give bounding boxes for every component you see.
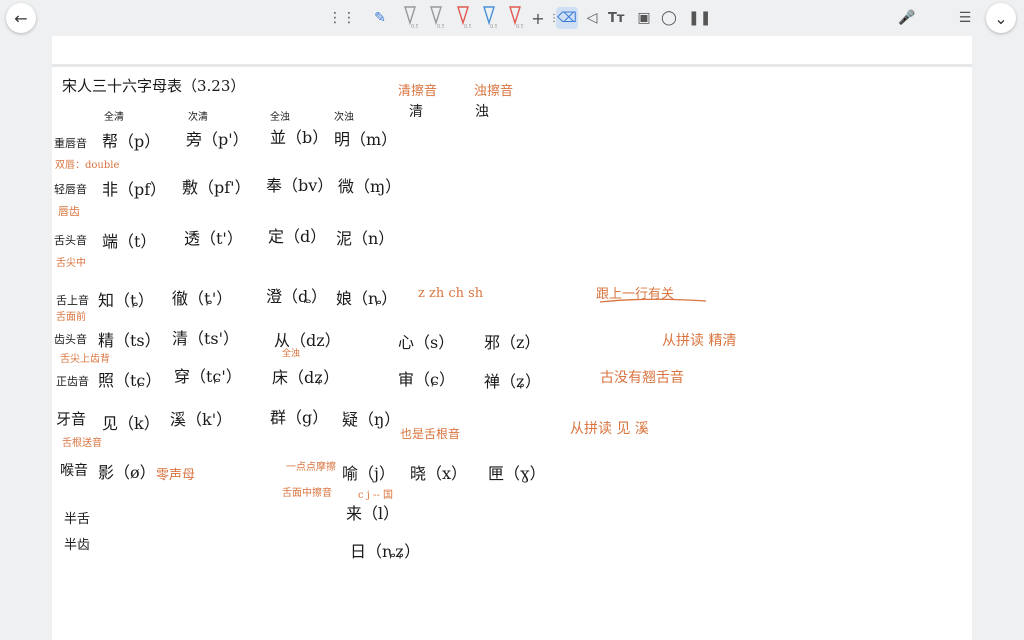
row-category: 重唇音 <box>54 137 87 150</box>
table-cell: 溪（k'） <box>170 410 233 429</box>
note-title: 宋人三十六字母表（3.23） <box>62 77 246 95</box>
pen-tool-1[interactable]: 0.5 <box>402 5 418 29</box>
row-category: 轻唇音 <box>54 183 87 196</box>
header-zhuo-cayin: 浊擦音 <box>474 84 514 99</box>
table-cell: 疑（ŋ） <box>342 410 401 429</box>
row-category: 舌头音 <box>54 234 87 247</box>
page-divider <box>52 64 972 67</box>
row-category: 半舌 <box>64 512 91 527</box>
image-tool[interactable]: ▣ <box>636 7 652 29</box>
table-cell: 审（ɕ） <box>398 370 455 389</box>
table-cell: 精（ts） <box>98 331 161 350</box>
table-cell: 床（dʑ） <box>272 368 340 387</box>
annotation-shemian-cayin: 舌面中擦音 <box>282 488 332 499</box>
pen-tool-3[interactable]: 0.5 <box>455 5 471 29</box>
annotation-lingshengmu: 零声母 <box>156 468 196 483</box>
svg-text:0.5: 0.5 <box>516 24 523 29</box>
annotation-gu-meiyou: 古没有翘舌音 <box>600 370 684 386</box>
table-cell: 喻（j） <box>342 464 395 483</box>
drag-handle-icon[interactable]: ⋮⋮ <box>328 7 356 29</box>
table-cell: 穿（tɕ'） <box>174 367 242 386</box>
table-cell: 泥（n） <box>336 229 395 248</box>
annotation-pinyin-jingqing: 从拼读 精清 <box>662 333 737 349</box>
chevron-down-icon: ⌄ <box>994 8 1008 28</box>
table-cell: 帮（p） <box>102 132 161 151</box>
row-category: 喉音 <box>60 463 88 479</box>
table-cell: 匣（ɣ） <box>488 464 546 483</box>
row-category: 半齿 <box>64 538 91 553</box>
annotation-zh-line: z zh ch sh <box>418 286 484 301</box>
table-cell: 微（ɱ） <box>338 177 402 196</box>
annotation-chunzhuo: 全浊 <box>282 349 301 359</box>
comment-tool[interactable]: ◯ <box>661 7 677 29</box>
table-cell: 心（s） <box>398 333 455 352</box>
header-quanqing: 全清 <box>104 112 124 123</box>
pen-tool-2[interactable]: 0.5 <box>428 5 444 29</box>
table-cell: 知（ȶ） <box>98 291 154 310</box>
table-cell: 澄（ȡ） <box>266 287 328 306</box>
svg-text:0.5: 0.5 <box>437 24 444 29</box>
header-qing: 清 <box>409 104 423 120</box>
table-cell: 徹（ȶ'） <box>172 289 233 308</box>
header-zhuo: 浊 <box>475 104 489 120</box>
annotation-shemianqian: 舌面前 <box>56 312 86 323</box>
table-cell: 非（pf） <box>102 180 167 199</box>
collapse-button[interactable]: ⌄ <box>986 3 1016 33</box>
svg-text:0.5: 0.5 <box>490 24 497 29</box>
table-cell: 端（t） <box>102 232 157 251</box>
microphone-icon[interactable]: 🎤 <box>898 7 915 29</box>
annotation-pinyin-jianxi: 从拼读 见 溪 <box>570 421 649 437</box>
annotation-chunchi: 唇齿 <box>58 205 80 218</box>
annotation-shuangchun: 双唇：double <box>55 160 120 171</box>
table-cell: 禅（ʑ） <box>484 372 541 391</box>
table-cell: 来（l） <box>346 504 400 523</box>
header-quanzhuo: 全浊 <box>270 112 290 123</box>
table-cell: 群（g） <box>270 408 329 427</box>
table-cell: 定（d） <box>268 227 327 246</box>
annotation-ye-shi: 也是舌根音 <box>400 427 461 441</box>
add-pen-button[interactable]: + <box>530 7 546 29</box>
table-cell: 透（t'） <box>184 229 243 248</box>
annotation-shejian-shangchi: 舌尖上齿背 <box>60 354 110 365</box>
row-category: 舌上音 <box>56 294 89 307</box>
header-cizhuo: 次浊 <box>334 112 354 123</box>
text-tool[interactable]: Tт <box>608 7 624 29</box>
table-cell: 邪（z） <box>484 333 541 352</box>
annotation-shejianzhong: 舌尖中 <box>56 258 86 269</box>
row-category: 正齿音 <box>56 375 89 388</box>
back-button[interactable]: ← <box>6 3 36 33</box>
table-cell: 清（ts'） <box>172 329 240 348</box>
table-cell: 见（k） <box>102 414 160 433</box>
table-cell: 日（ȵʑ） <box>350 542 421 561</box>
pause-icon[interactable]: ❚❚ <box>688 7 711 29</box>
lasso-tool[interactable]: ◁ <box>584 7 600 29</box>
top-toolbar: ← ⋮⋮ ✎ 0.5 0.5 0.5 0.5 0.5 + ⋮ ⌫ ◁ Tт ▣ … <box>0 0 1024 36</box>
table-cell: 奉（bv） <box>266 176 334 195</box>
table-cell: 娘（ȵ） <box>336 289 398 308</box>
arrow-left-icon: ← <box>14 8 28 28</box>
row-category: 牙音 <box>56 410 87 428</box>
table-cell: 明（m） <box>334 130 398 149</box>
table-cell: 影（ø） <box>98 463 156 482</box>
annotation-yidian: 一点点摩擦 <box>286 462 336 473</box>
annotation-shegen: 舌根送音 <box>62 438 102 449</box>
underline-stroke <box>599 298 707 303</box>
annotation-j-note: c j -- 国 <box>358 490 393 501</box>
sidebar-menu-icon[interactable]: ☰ <box>957 7 973 29</box>
pen-tool-4[interactable]: 0.5 <box>481 5 497 29</box>
table-cell: 並（b） <box>270 128 329 147</box>
pencil-tool[interactable]: ✎ <box>372 7 388 29</box>
pen-tool-5[interactable]: 0.5 <box>507 5 523 29</box>
eraser-tool[interactable]: ⌫ <box>556 7 578 29</box>
svg-text:0.5: 0.5 <box>464 24 471 29</box>
table-cell: 晓（x） <box>410 464 468 483</box>
row-category: 齿头音 <box>54 333 87 346</box>
table-cell: 照（tɕ） <box>98 371 162 390</box>
table-cell: 敷（pf'） <box>182 178 251 197</box>
svg-text:0.5: 0.5 <box>411 24 418 29</box>
header-qing-cayin: 清擦音 <box>398 84 438 99</box>
table-cell: 旁（p'） <box>186 130 249 149</box>
header-ciqing: 次清 <box>188 112 208 123</box>
